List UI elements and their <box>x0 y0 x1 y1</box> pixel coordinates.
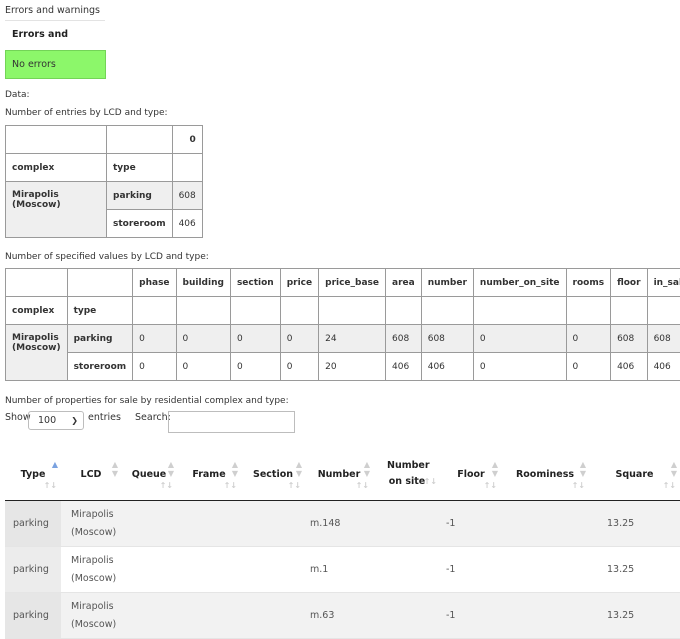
index-name-complex: complex <box>5 296 68 325</box>
value-cell: 406 <box>420 352 474 381</box>
show-label: Show <box>5 412 31 423</box>
value-cell: 608 <box>646 324 680 353</box>
value-cell: 0 <box>229 352 281 381</box>
sort-icon: ▲ ▼ <box>670 460 677 478</box>
sort-icon: ▲ ▼ <box>491 460 498 478</box>
entries-label: entries <box>88 412 121 423</box>
column-header-lcd[interactable]: LCD ▲ ▼ <box>61 448 121 501</box>
value-cell: 0 <box>472 352 567 381</box>
entries-select-value: 100 <box>38 415 57 426</box>
data-label: Data: <box>5 90 30 100</box>
value-cell: 0 <box>132 352 177 381</box>
column-header: 0 <box>171 125 203 154</box>
complex-cell: Mirapolis (Moscow) <box>5 324 68 381</box>
column-header-frame[interactable]: Frame ▲ ▼ ↑↓ <box>177 448 241 501</box>
table-row: parking Mirapolis (Moscow) m.1 -1 13.25 <box>5 546 680 593</box>
index-name-complex: complex <box>5 153 107 182</box>
sort-icon: ▲ ▼ <box>111 460 118 478</box>
column-header-number[interactable]: Number ▲ ▼ ↑↓ <box>305 448 373 501</box>
value-cell: 0 <box>229 324 281 353</box>
errors-header: Errors and warnings <box>12 29 69 66</box>
sort-icon: ↑↓ <box>287 481 301 490</box>
value-cell: 0 <box>175 324 231 353</box>
column-header-type[interactable]: Type ▲ ↑↓ <box>5 448 61 501</box>
col-header: rooms <box>565 268 612 297</box>
col-header: building <box>175 268 231 297</box>
entries-select[interactable]: 100 ❯ <box>28 411 84 430</box>
col-header: area <box>385 268 422 297</box>
value-cell: 24 <box>318 324 387 353</box>
sort-icon: ▲ ▼ <box>231 460 238 478</box>
value-cell: 406 <box>646 352 680 381</box>
col-header: number_on_site <box>472 268 567 297</box>
chevron-down-icon: ❯ <box>71 416 78 425</box>
value-cell: 406 <box>610 352 648 381</box>
column-header-section[interactable]: Section ▲ ▼ ↑↓ <box>241 448 305 501</box>
properties-table: Type ▲ ↑↓ LCD ▲ ▼ Queue ▲ ▼ ↑↓ Frame ▲ ▼ ↑↓ Sectio… <box>5 448 680 639</box>
type-cell: storeroom <box>106 209 173 238</box>
column-header-queue[interactable]: Queue ▲ ▼ ↑↓ <box>121 448 177 501</box>
value-cell: 608 <box>420 324 474 353</box>
col-header: in_sale <box>646 268 680 297</box>
value-cell: 0 <box>472 324 567 353</box>
type-cell: storeroom <box>66 352 134 381</box>
col-header: phase <box>132 268 177 297</box>
sort-icon: ↑↓ <box>423 477 437 486</box>
column-header-square[interactable]: Square ▲ ▼ ↑↓ <box>589 448 680 501</box>
sort-icon: ↑↓ <box>662 481 676 490</box>
table-row: parking Mirapolis (Moscow) m.148 -1 13.2… <box>5 500 680 547</box>
sort-icon: ↑↓ <box>483 481 497 490</box>
column-header-roominess[interactable]: Roominess ▲ ▼ ↑↓ <box>501 448 589 501</box>
sort-icon: ▲ ▼ <box>363 460 370 478</box>
value-cell: 608 <box>171 181 203 210</box>
table-row: parking Mirapolis (Moscow) m.63 -1 13.25 <box>5 592 680 639</box>
entries-by-lcd-table: 0 complex type Mirapolis (Moscow) parkin… <box>5 125 203 238</box>
sort-icon: ↑↓ <box>571 481 585 490</box>
section-title: Errors and warnings <box>5 5 101 16</box>
table1-caption: Number of entries by LCD and type: <box>5 108 168 118</box>
sort-icon: ↑↓ <box>43 481 57 490</box>
column-header-number-on-site[interactable]: Number on site ↑↓ <box>373 448 441 501</box>
sort-icon: ▲ ▼ <box>167 460 174 478</box>
col-header: number <box>420 268 474 297</box>
value-cell: 0 <box>175 352 231 381</box>
specified-values-table: phase building section price price_base … <box>5 268 680 381</box>
table2-caption: Number of specified values by LCD and ty… <box>5 252 209 262</box>
complex-cell: Mirapolis (Moscow) <box>5 181 107 238</box>
col-header: price_base <box>318 268 387 297</box>
sort-icon: ↑↓ <box>355 481 369 490</box>
value-cell: 406 <box>385 352 422 381</box>
column-header-floor[interactable]: Floor ▲ ▼ ↑↓ <box>441 448 501 501</box>
value-cell: 20 <box>318 352 387 381</box>
type-cell: parking <box>106 181 173 210</box>
errors-status-box: No errors <box>5 50 106 79</box>
value-cell: 0 <box>132 324 177 353</box>
sort-icon: ▲ ▼ <box>295 460 302 478</box>
sort-asc-icon: ▲ <box>51 460 58 469</box>
sort-icon: ▲ ▼ <box>579 460 586 478</box>
type-cell: parking <box>66 324 134 353</box>
search-input[interactable] <box>168 411 295 433</box>
value-cell: 406 <box>171 209 203 238</box>
title-divider <box>5 20 105 21</box>
sort-icon: ↑↓ <box>223 481 237 490</box>
table3-caption: Number of properties for sale by residen… <box>5 396 289 406</box>
index-name-type: type <box>66 296 134 325</box>
search-label: Search: <box>135 412 171 423</box>
value-cell: 608 <box>610 324 648 353</box>
col-header: section <box>229 268 281 297</box>
value-cell: 608 <box>385 324 422 353</box>
value-cell: 0 <box>565 352 612 381</box>
col-header: price <box>279 268 320 297</box>
col-header: floor <box>610 268 648 297</box>
value-cell: 0 <box>279 352 320 381</box>
value-cell: 0 <box>279 324 320 353</box>
sort-icon: ↑↓ <box>159 481 173 490</box>
value-cell: 0 <box>565 324 612 353</box>
index-name-type: type <box>106 153 173 182</box>
